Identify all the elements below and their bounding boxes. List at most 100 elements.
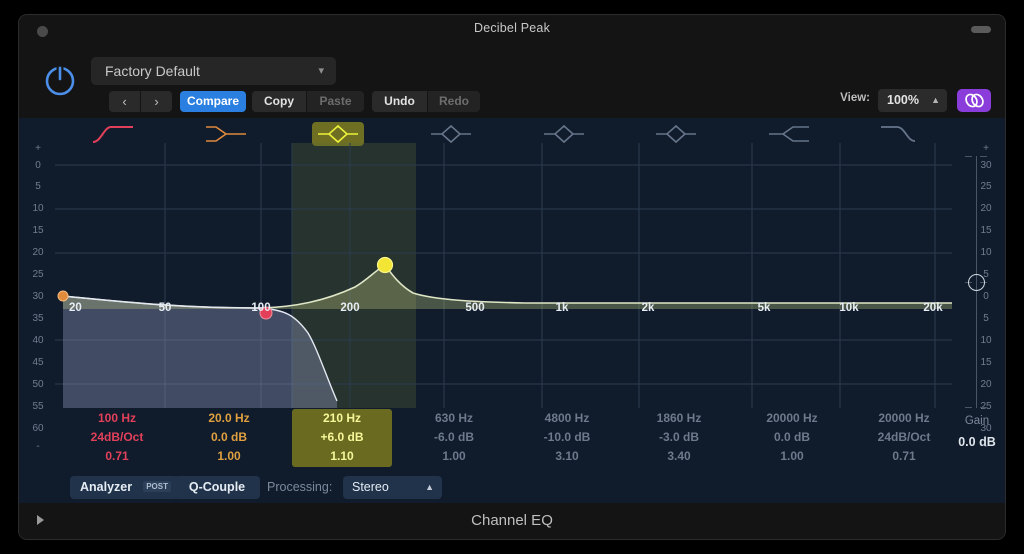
view-zoom-value: 100%: [887, 93, 919, 107]
axis-tick: 5: [35, 181, 41, 192]
band-frequency[interactable]: 630 Hz: [404, 409, 504, 428]
band-readout-3[interactable]: 210 Hz +6.0 dB 1.10: [292, 409, 392, 467]
gain-label: Gain: [964, 415, 990, 427]
band-q[interactable]: 1.00: [742, 447, 842, 466]
axis-tick: -: [36, 441, 40, 452]
band-q[interactable]: 1.10: [292, 447, 392, 466]
axis-tick: 30: [32, 291, 44, 302]
title-bar: Decibel Peak: [19, 15, 1005, 45]
band-gain[interactable]: +6.0 dB: [292, 428, 392, 447]
paste-button[interactable]: Paste: [307, 91, 364, 112]
band-handle-2[interactable]: [57, 290, 69, 302]
output-gain-control[interactable]: Gain 0.0 dB: [949, 143, 1005, 483]
gain-tick: [980, 156, 987, 157]
analyzer-toggle-button[interactable]: Analyzer POST: [70, 476, 178, 499]
axis-tick: 15: [32, 225, 44, 236]
processing-mode-stepper[interactable]: Stereo ▲▼: [343, 476, 442, 515]
eq-options-bar: Analyzer POST Q-Couple Processing: Stere…: [19, 476, 1005, 515]
freq-tick: 100: [251, 302, 270, 314]
resize-pill-icon[interactable]: [971, 26, 991, 33]
axis-tick: 55: [32, 401, 44, 412]
band-gain[interactable]: 24dB/Oct: [67, 428, 167, 447]
next-preset-button[interactable]: ›: [141, 91, 172, 112]
band-readout-5[interactable]: 4800 Hz -10.0 dB 3.10: [517, 409, 617, 467]
axis-tick: 20: [32, 247, 44, 258]
freq-tick: 2k: [642, 302, 655, 314]
previous-preset-button[interactable]: ‹: [109, 91, 140, 112]
axis-tick: 35: [32, 313, 44, 324]
band-readout-4[interactable]: 630 Hz -6.0 dB 1.00: [404, 409, 504, 467]
freq-tick: 5k: [758, 302, 771, 314]
axis-tick: 40: [32, 335, 44, 346]
preset-dropdown[interactable]: Factory Default ▾: [91, 57, 336, 85]
plugin-footer: Channel EQ: [19, 503, 1005, 539]
band-gain[interactable]: 24dB/Oct: [854, 428, 954, 447]
eq-curve-line: [62, 263, 952, 309]
analyzer-scale-left: + 0 5 10 15 20 25 30 35 40 45 50 55 60 -: [21, 143, 55, 483]
axis-tick: 60: [32, 423, 44, 434]
band-readout-1[interactable]: 100 Hz 24dB/Oct 0.71: [67, 409, 167, 467]
eq-graph-area[interactable]: + 0 5 10 15 20 25 30 35 40 45 50 55 60 -…: [19, 118, 1005, 515]
window-title: Decibel Peak: [473, 21, 551, 35]
plugin-name: Channel EQ: [471, 512, 553, 529]
band-q[interactable]: 0.71: [67, 447, 167, 466]
band-frequency[interactable]: 20000 Hz: [854, 409, 954, 428]
preset-name: Factory Default: [105, 63, 200, 79]
band-readout-2[interactable]: 20.0 Hz 0.0 dB 1.00: [179, 409, 279, 467]
band-frequency[interactable]: 100 Hz: [67, 409, 167, 428]
chevron-down-icon: ▾: [318, 65, 324, 77]
axis-tick: +: [35, 143, 41, 154]
freq-tick: 10k: [839, 302, 859, 314]
plugin-toolbar: Factory Default ▾ ‹ › Compare Copy Paste…: [19, 45, 1005, 118]
axis-tick: 45: [32, 357, 44, 368]
plugin-window: Decibel Peak Factory Default ▾ ‹ › Compa…: [18, 14, 1006, 540]
band-gain[interactable]: -3.0 dB: [629, 428, 729, 447]
copy-button[interactable]: Copy: [252, 91, 306, 112]
processing-label: Processing:: [267, 480, 333, 494]
band-readout-row: 100 Hz 24dB/Oct 0.71 20.0 Hz 0.0 dB 1.00…: [55, 409, 952, 469]
q-couple-button[interactable]: Q-Couple: [174, 476, 260, 499]
band-readout-7[interactable]: 20000 Hz 0.0 dB 1.00: [742, 409, 842, 467]
undo-button[interactable]: Undo: [372, 91, 427, 112]
freq-tick: 200: [340, 302, 359, 314]
band-readout-8[interactable]: 20000 Hz 24dB/Oct 0.71: [854, 409, 954, 467]
band-frequency[interactable]: 20000 Hz: [742, 409, 842, 428]
band-q[interactable]: 0.71: [854, 447, 954, 466]
redo-button[interactable]: Redo: [428, 91, 480, 112]
axis-tick: 25: [32, 269, 44, 280]
freq-tick: 20k: [923, 302, 943, 314]
band-readout-6[interactable]: 1860 Hz -3.0 dB 3.40: [629, 409, 729, 467]
power-icon[interactable]: [41, 61, 79, 99]
band-frequency[interactable]: 1860 Hz: [629, 409, 729, 428]
band-frequency[interactable]: 20.0 Hz: [179, 409, 279, 428]
band-gain[interactable]: 0.0 dB: [742, 428, 842, 447]
analyzer-label: Analyzer: [80, 480, 133, 494]
gain-tick: [965, 407, 972, 408]
processing-value: Stereo: [352, 480, 389, 494]
band-gain[interactable]: -10.0 dB: [517, 428, 617, 447]
freq-tick: 20: [69, 302, 82, 314]
band-handle-3[interactable]: [376, 256, 394, 274]
analyzer-mode-badge[interactable]: POST: [143, 481, 171, 492]
axis-tick: 10: [32, 203, 44, 214]
gain-value[interactable]: 0.0 dB: [949, 435, 1005, 449]
axis-tick: 50: [32, 379, 44, 390]
band-frequency[interactable]: 210 Hz: [292, 409, 392, 428]
band-frequency[interactable]: 4800 Hz: [517, 409, 617, 428]
band-q[interactable]: 1.00: [179, 447, 279, 466]
gain-tick: [965, 156, 972, 157]
band-q[interactable]: 3.40: [629, 447, 729, 466]
view-zoom-stepper[interactable]: 100% ▲: [878, 89, 947, 112]
band-gain[interactable]: -6.0 dB: [404, 428, 504, 447]
gain-slider-knob[interactable]: [968, 274, 985, 291]
stepper-updown-icon[interactable]: ▲: [931, 89, 940, 112]
view-label: View:: [840, 92, 870, 104]
gain-tick: [980, 407, 987, 408]
freq-tick: 1k: [556, 302, 569, 314]
band-q[interactable]: 1.00: [404, 447, 504, 466]
band-q[interactable]: 3.10: [517, 447, 617, 466]
compare-button[interactable]: Compare: [180, 91, 246, 112]
freq-tick: 50: [159, 302, 172, 314]
link-icon[interactable]: [957, 89, 991, 112]
band-gain[interactable]: 0.0 dB: [179, 428, 279, 447]
